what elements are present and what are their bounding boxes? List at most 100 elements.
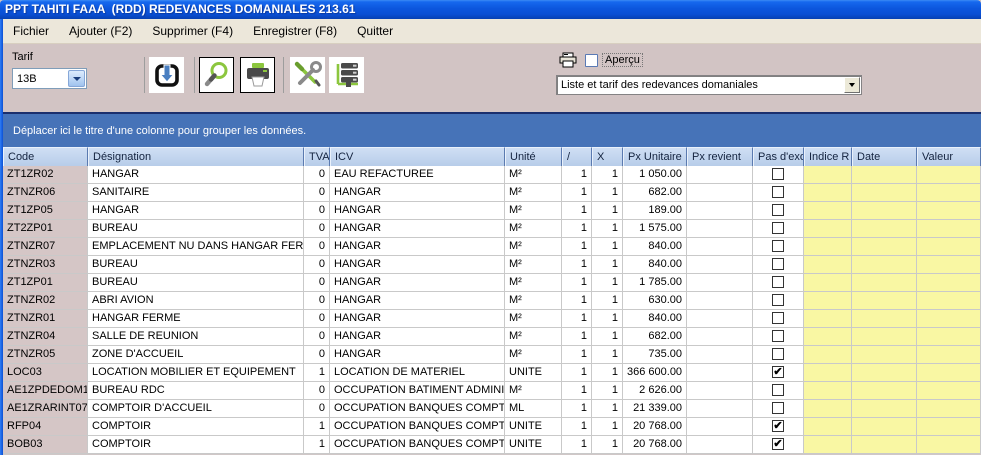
table-row[interactable]: ZTNZR06SANITAIRE0HANGARM²11682.00 [3, 184, 981, 202]
pas-dexo-checkbox[interactable] [772, 348, 784, 360]
pas-dexo-checkbox[interactable] [772, 402, 784, 414]
group-by-bar[interactable]: Déplacer ici le titre d'une colonne pour… [3, 114, 981, 147]
cell-pas-d-exo: ✔ [753, 436, 804, 454]
column-header-px-unitaire[interactable]: Px Unitaire [623, 147, 687, 166]
column-header-indice-r[interactable]: Indice R [804, 147, 852, 166]
tools-icon [293, 60, 323, 90]
database-button[interactable] [329, 57, 364, 93]
grid-header-row: CodeDésignationTVAICVUnité/XPx UnitaireP… [3, 147, 981, 166]
cell-indice-r [804, 418, 852, 436]
table-row[interactable]: ZTNZR02ABRI AVION0HANGARM²11630.00 [3, 292, 981, 310]
cell-px-revient [687, 220, 753, 238]
cell-code: BOB03 [3, 436, 88, 454]
cell-pas-d-exo: ✔ [753, 364, 804, 382]
pas-dexo-checkbox[interactable] [772, 240, 784, 252]
table-row[interactable]: ZT2ZP01BUREAU0HANGARM²111 575.00 [3, 220, 981, 238]
menu-item-ajouter-f2[interactable]: Ajouter (F2) [59, 20, 142, 42]
cell-icv: HANGAR [330, 292, 505, 310]
search-button[interactable] [199, 57, 234, 93]
pas-dexo-checkbox[interactable] [772, 312, 784, 324]
cell-valeur [917, 220, 981, 238]
column-header-x[interactable]: X [592, 147, 623, 166]
report-select[interactable]: Liste et tarif des redevances domaniales [556, 75, 862, 95]
cell-unit: ML [505, 400, 562, 418]
cell-icv: HANGAR [330, 184, 505, 202]
table-row[interactable]: ZTNZR07EMPLACEMENT NU DANS HANGAR FERM0H… [3, 238, 981, 256]
cell-px-revient [687, 328, 753, 346]
cell-unit: M² [505, 274, 562, 292]
cell-x: 1 [592, 346, 623, 364]
cell-px-unitaire: 366 600.00 [623, 364, 687, 382]
cell-code: ZT1ZP01 [3, 274, 88, 292]
menu-item-quitter[interactable]: Quitter [347, 20, 403, 42]
pas-dexo-checkbox[interactable] [772, 258, 784, 270]
pas-dexo-checkbox[interactable]: ✔ [772, 438, 784, 450]
cell-indice-r [804, 184, 852, 202]
column-header-d-signation[interactable]: Désignation [88, 147, 304, 166]
cell-unit: M² [505, 238, 562, 256]
table-row[interactable]: AE1ZPDEDOM1BUREAU RDC0OCCUPATION BATIMEN… [3, 382, 981, 400]
menu-item-enregistrer-f8[interactable]: Enregistrer (F8) [243, 20, 347, 42]
pas-dexo-checkbox[interactable] [772, 168, 784, 180]
apercu-checkbox[interactable] [585, 54, 598, 67]
column-header-unit[interactable]: Unité [505, 147, 562, 166]
table-row[interactable]: ZTNZR05ZONE D'ACCUEIL0HANGARM²11735.00 [3, 346, 981, 364]
table-row[interactable]: ZTNZR03BUREAU0HANGARM²11840.00 [3, 256, 981, 274]
title-bar[interactable]: PPT TAHITI FAAA (RDD) REDEVANCES DOMANIA… [0, 0, 981, 19]
pas-dexo-checkbox[interactable] [772, 204, 784, 216]
menu-item-fichier[interactable]: Fichier [3, 20, 59, 42]
pas-dexo-checkbox[interactable] [772, 330, 784, 342]
pas-dexo-checkbox[interactable] [772, 294, 784, 306]
cell-icv: OCCUPATION BANQUES COMPTI [330, 436, 505, 454]
table-row[interactable]: LOC03LOCATION MOBILIER ET EQUIPEMENT1LOC… [3, 364, 981, 382]
cell-icv: HANGAR [330, 238, 505, 256]
column-header-[interactable]: / [562, 147, 592, 166]
tools-button[interactable] [290, 57, 325, 93]
column-header-icv[interactable]: ICV [330, 147, 505, 166]
pas-dexo-checkbox[interactable] [772, 276, 784, 288]
cell-d-signation: LOCATION MOBILIER ET EQUIPEMENT [88, 364, 304, 382]
cell-x: 1 [592, 274, 623, 292]
cell-indice-r [804, 256, 852, 274]
column-header-pas-d-exo[interactable]: Pas d'exo [753, 147, 804, 166]
column-header-date[interactable]: Date [852, 147, 917, 166]
cell-icv: OCCUPATION BANQUES COMPTI [330, 418, 505, 436]
pas-dexo-checkbox[interactable]: ✔ [772, 420, 784, 432]
table-row[interactable]: AE1ZRARINT07COMPTOIR D'ACCUEIL0OCCUPATIO… [3, 400, 981, 418]
pas-dexo-checkbox[interactable]: ✔ [772, 366, 784, 378]
table-row[interactable]: ZT1ZR02HANGAR0EAU REFACTUREEM²111 050.00 [3, 166, 981, 184]
pas-dexo-checkbox[interactable] [772, 186, 784, 198]
cell-px-unitaire: 2 626.00 [623, 382, 687, 400]
column-header-valeur[interactable]: Valeur [917, 147, 981, 166]
column-header-tva[interactable]: TVA [304, 147, 330, 166]
pas-dexo-checkbox[interactable] [772, 222, 784, 234]
table-row[interactable]: BOB03COMPTOIR1OCCUPATION BANQUES COMPTIU… [3, 436, 981, 454]
cell-unit: UNITE [505, 418, 562, 436]
table-row[interactable]: ZTNZR01HANGAR FERME0HANGARM²11840.00 [3, 310, 981, 328]
cell-: 1 [562, 292, 592, 310]
cell-indice-r [804, 382, 852, 400]
table-row[interactable]: ZT1ZP05HANGAR0HANGARM²11189.00 [3, 202, 981, 220]
cell-d-signation: COMPTOIR D'ACCUEIL [88, 400, 304, 418]
column-header-px-revient[interactable]: Px revient [687, 147, 753, 166]
chevron-down-icon[interactable] [68, 70, 85, 87]
print-button[interactable] [240, 57, 275, 93]
table-row[interactable]: ZT1ZP01BUREAU0HANGARM²111 785.00 [3, 274, 981, 292]
cell-x: 1 [592, 310, 623, 328]
tarif-select[interactable]: 13B [12, 68, 87, 89]
cell-code: ZT1ZP05 [3, 202, 88, 220]
apercu-label[interactable]: Aperçu [602, 53, 643, 67]
menu-item-supprimer-f4[interactable]: Supprimer (F4) [142, 20, 243, 42]
cell-tva: 0 [304, 238, 330, 256]
table-row[interactable]: RFP04COMPTOIR1OCCUPATION BANQUES COMPTIU… [3, 418, 981, 436]
cell-px-revient [687, 436, 753, 454]
cell-date [852, 328, 917, 346]
column-header-code[interactable]: Code [3, 147, 88, 166]
table-row[interactable]: ZTNZR04SALLE DE REUNION0HANGARM²11682.00 [3, 328, 981, 346]
cell-unit: M² [505, 382, 562, 400]
cell-pas-d-exo [753, 346, 804, 364]
chevron-down-icon[interactable] [844, 77, 860, 93]
import-button[interactable] [149, 57, 184, 93]
cell-tva: 0 [304, 382, 330, 400]
pas-dexo-checkbox[interactable] [772, 384, 784, 396]
